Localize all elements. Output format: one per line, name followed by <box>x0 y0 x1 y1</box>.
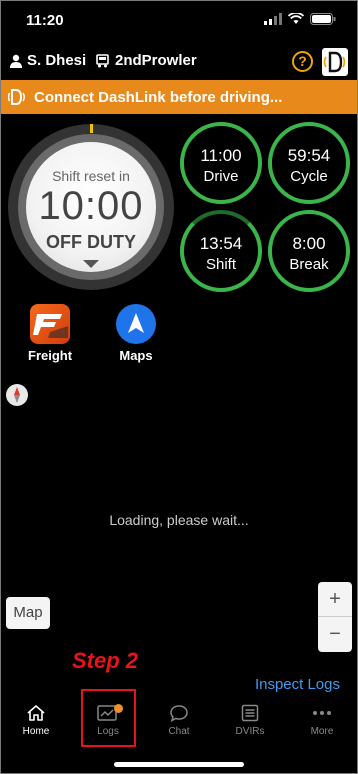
screen-frame <box>0 0 358 774</box>
